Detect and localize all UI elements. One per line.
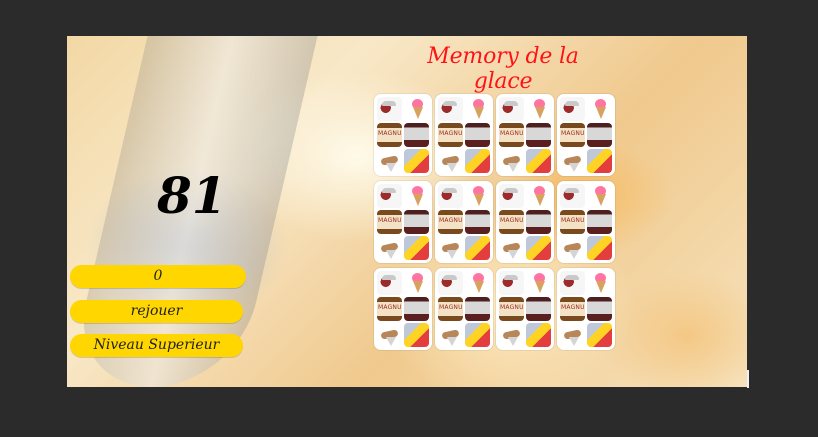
twist-icon [587,323,612,347]
cone-icon [526,271,551,295]
bucket-icon [587,123,612,147]
cone-bar-icon [499,323,524,347]
cone-icon [465,184,490,208]
twist-icon [465,149,490,173]
magnum-icon [499,210,524,234]
memory-card[interactable] [496,268,554,350]
twist-icon [587,236,612,260]
ice-cream-tub-icon [438,184,463,208]
twist-icon [404,236,429,260]
cone-bar-icon [377,323,402,347]
twist-icon [465,323,490,347]
memory-card[interactable] [435,268,493,350]
counter-button[interactable]: 0 [70,265,246,288]
twist-icon [587,149,612,173]
replay-button[interactable]: rejouer [70,300,243,323]
cone-bar-icon [499,149,524,173]
magnum-icon [560,210,585,234]
bucket-icon [526,297,551,321]
bucket-icon [526,210,551,234]
ice-cream-tub-icon [438,97,463,121]
bucket-icon [465,297,490,321]
cone-bar-icon [560,149,585,173]
magnum-icon [438,123,463,147]
ice-cream-tub-icon [377,184,402,208]
memory-card[interactable] [374,268,432,350]
magnum-icon [499,123,524,147]
bucket-icon [465,210,490,234]
twist-icon [526,149,551,173]
cone-bar-icon [377,149,402,173]
score-display: 81 [157,166,227,225]
twist-icon [526,236,551,260]
cone-icon [526,97,551,121]
ice-cream-tub-icon [560,184,585,208]
memory-card[interactable] [435,94,493,176]
bucket-icon [465,123,490,147]
cone-icon [404,97,429,121]
next-level-button[interactable]: Niveau Superieur [70,334,243,357]
cone-icon [587,184,612,208]
cone-icon [587,97,612,121]
bucket-icon [587,210,612,234]
memory-card[interactable] [374,181,432,263]
memory-card[interactable] [374,94,432,176]
cone-bar-icon [377,236,402,260]
cone-bar-icon [438,236,463,260]
twist-icon [404,323,429,347]
magnum-icon [560,297,585,321]
memory-card[interactable] [557,268,615,350]
ice-cream-tub-icon [499,271,524,295]
memory-card[interactable] [496,94,554,176]
magnum-icon [499,297,524,321]
ice-cream-tub-icon [377,271,402,295]
bucket-icon [404,297,429,321]
game-area: Memory de la glace 81 0 rejouer Niveau S… [67,36,747,387]
memory-card[interactable] [496,181,554,263]
ice-cream-tub-icon [499,97,524,121]
cone-bar-icon [438,323,463,347]
bucket-icon [526,123,551,147]
cone-bar-icon [560,323,585,347]
cone-icon [404,184,429,208]
memory-card[interactable] [557,181,615,263]
cone-icon [526,184,551,208]
twist-icon [404,149,429,173]
cone-icon [587,271,612,295]
ice-cream-tub-icon [499,184,524,208]
cone-bar-icon [438,149,463,173]
cone-icon [465,97,490,121]
magnum-icon [560,123,585,147]
bucket-icon [404,123,429,147]
magnum-icon [377,297,402,321]
ice-cream-tub-icon [438,271,463,295]
memory-card[interactable] [435,181,493,263]
magnum-icon [377,123,402,147]
magnum-icon [438,210,463,234]
memory-card-grid [374,94,619,350]
cone-bar-icon [499,236,524,260]
ice-cream-tub-icon [560,97,585,121]
memory-card[interactable] [557,94,615,176]
ice-cream-tub-icon [377,97,402,121]
cone-icon [465,271,490,295]
cone-icon [404,271,429,295]
twist-icon [526,323,551,347]
right-edge-line [747,370,749,388]
cone-bar-icon [560,236,585,260]
bucket-icon [587,297,612,321]
magnum-icon [377,210,402,234]
twist-icon [465,236,490,260]
magnum-icon [438,297,463,321]
game-title: Memory de la glace [427,44,579,94]
bucket-icon [404,210,429,234]
ice-cream-tub-icon [560,271,585,295]
